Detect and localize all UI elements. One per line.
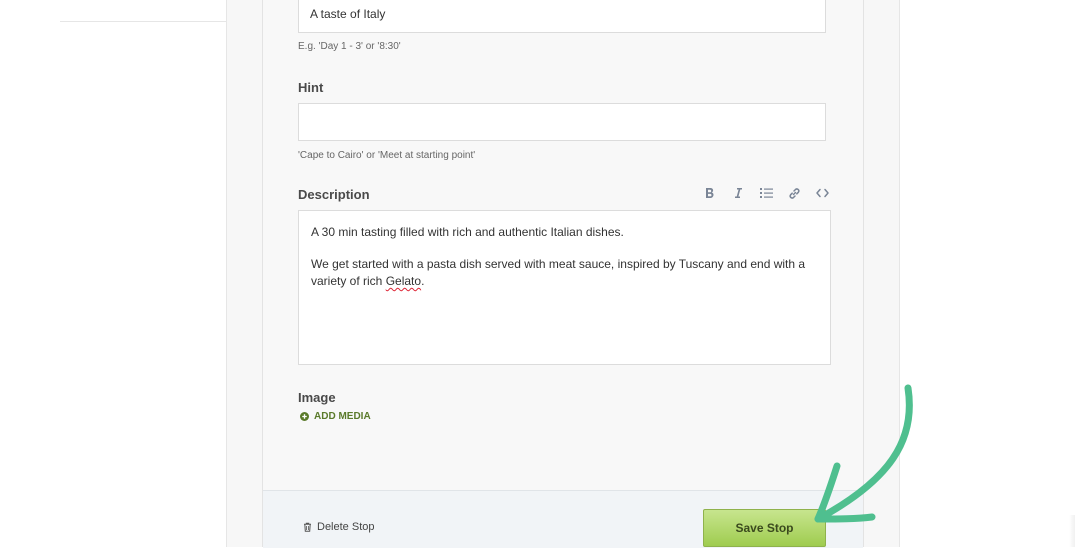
stop-title-helper: E.g. 'Day 1 - 3' or '8:30' <box>298 41 401 52</box>
description-toolbar <box>696 185 836 201</box>
list-button[interactable] <box>752 185 780 201</box>
italic-icon <box>735 188 742 198</box>
add-media-label: ADD MEDIA <box>314 411 371 422</box>
misspelled-word: Gelato <box>385 274 422 288</box>
window-edge <box>1069 515 1075 547</box>
link-icon <box>788 187 800 199</box>
stop-title-input[interactable] <box>298 0 826 33</box>
link-button[interactable] <box>780 185 808 201</box>
list-icon <box>759 188 773 198</box>
hint-label: Hint <box>298 80 324 95</box>
hint-helper: 'Cape to Cairo' or 'Meet at starting poi… <box>298 150 476 161</box>
description-paragraph: A 30 min tasting filled with rich and au… <box>311 225 624 239</box>
description-editor[interactable]: A 30 min tasting filled with rich and au… <box>298 210 831 365</box>
bold-icon <box>706 188 714 198</box>
italic-button[interactable] <box>724 185 752 201</box>
description-label: Description <box>298 187 370 202</box>
save-stop-button[interactable]: Save Stop <box>703 509 826 547</box>
code-button[interactable] <box>808 185 836 201</box>
plus-circle-icon <box>300 412 309 421</box>
sidebar-divider <box>60 21 226 22</box>
delete-stop-button[interactable]: Delete Stop <box>303 521 374 533</box>
add-media-link[interactable]: ADD MEDIA <box>300 411 371 422</box>
code-icon <box>815 188 829 198</box>
delete-stop-label: Delete Stop <box>317 521 375 533</box>
bold-button[interactable] <box>696 185 724 201</box>
image-label: Image <box>298 390 336 405</box>
description-text: . <box>421 274 425 288</box>
description-paragraph: We get started with a pasta dish served … <box>311 256 818 290</box>
trash-icon <box>304 522 311 532</box>
hint-input[interactable] <box>298 103 826 141</box>
